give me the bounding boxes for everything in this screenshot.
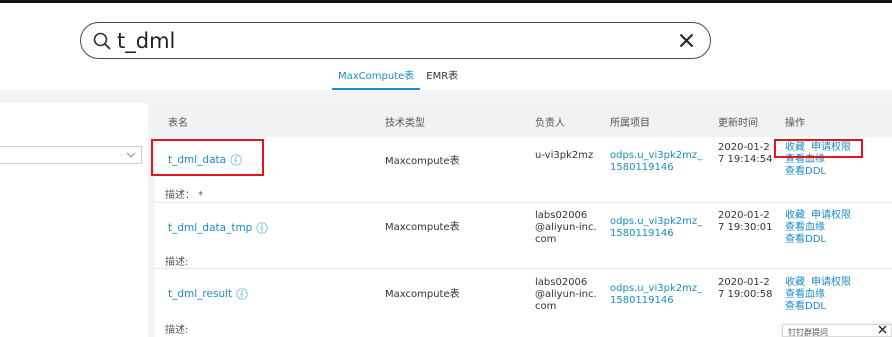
close-icon[interactable] [878, 325, 887, 334]
description-text: 描述: [165, 257, 189, 268]
close-icon[interactable] [679, 33, 694, 48]
updated-cell: 2020-01-27 19:30:01 [718, 210, 773, 233]
tab-emr[interactable]: EMR表 [420, 69, 464, 90]
table-name-text[interactable]: t_dml_data_tmp [168, 222, 252, 234]
description-text: 描述: [165, 325, 189, 336]
project-link[interactable]: odps.u_vi3pk2mz_1580119146 [610, 216, 705, 240]
header-actions: 操作 [785, 118, 805, 129]
updated-cell: 2020-01-27 19:14:54 [718, 142, 773, 165]
updated-cell: 2020-01-27 19:00:58 [718, 277, 773, 300]
tab-maxcompute[interactable]: MaxCompute表 [332, 69, 421, 90]
header-type: 技术类型 [385, 118, 425, 129]
table-header: 表名 技术类型 负责人 所属项目 更新时间 操作 [155, 103, 892, 137]
table-row: t_dml_data_tmp Maxcompute表 labs02006@ali… [155, 203, 892, 269]
highlight-box-actions [774, 139, 863, 158]
popup-title: 钉钉群提问 [788, 328, 828, 337]
favorite-link[interactable]: 收藏 [785, 277, 805, 289]
search-icon[interactable] [93, 32, 111, 50]
header-project: 所属项目 [610, 118, 650, 129]
owner-cell: u-vi3pk2mz [535, 150, 594, 161]
type-cell: Maxcompute表 [385, 222, 460, 233]
row-actions: 收藏 申请权限 查看血缘 查看DDL [785, 210, 857, 246]
header-table-name: 表名 [168, 118, 188, 129]
owner-cell: labs02006@aliyun-inc.com [535, 210, 597, 245]
search-input[interactable] [117, 27, 677, 54]
project-link[interactable]: odps.u_vi3pk2mz_1580119146 [610, 150, 705, 174]
help-popup[interactable]: 钉钉群提问 [782, 324, 892, 337]
lightning-icon [256, 222, 268, 234]
highlight-box-table-name [151, 139, 264, 176]
description-text: 描述： * [165, 190, 204, 201]
project-link[interactable]: odps.u_vi3pk2mz_1580119146 [610, 283, 705, 307]
request-permission-link[interactable]: 申请权限 [811, 277, 851, 289]
owner-cell: labs02006@aliyun-inc.com [535, 277, 597, 312]
header-updated: 更新时间 [718, 118, 758, 129]
view-lineage-link[interactable]: 查看血缘 [785, 222, 825, 234]
row-actions: 收藏 申请权限 查看血缘 查看DDL [785, 277, 857, 313]
view-ddl-link[interactable]: 查看DDL [785, 234, 826, 246]
table-type-tabs: MaxCompute表 EMR表 [332, 69, 464, 91]
search-box[interactable] [80, 22, 711, 59]
lightning-icon [236, 288, 248, 300]
view-ddl-link[interactable]: 查看DDL [785, 166, 826, 178]
table-name-text[interactable]: t_dml_result [168, 288, 232, 300]
favorite-link[interactable]: 收藏 [785, 210, 805, 222]
view-lineage-link[interactable]: 查看血缘 [785, 289, 825, 301]
table-name-link[interactable]: t_dml_result [168, 288, 248, 300]
type-cell: Maxcompute表 [385, 289, 460, 300]
filter-panel [0, 103, 148, 337]
view-ddl-link[interactable]: 查看DDL [785, 301, 826, 313]
header-owner: 负责人 [535, 118, 565, 129]
request-permission-link[interactable]: 申请权限 [811, 210, 851, 222]
chevron-down-icon[interactable] [126, 151, 136, 159]
filter-select[interactable] [0, 146, 142, 164]
table-name-link[interactable]: t_dml_data_tmp [168, 222, 268, 234]
search-header: MaxCompute表 EMR表 [0, 3, 892, 90]
type-cell: Maxcompute表 [385, 156, 460, 167]
